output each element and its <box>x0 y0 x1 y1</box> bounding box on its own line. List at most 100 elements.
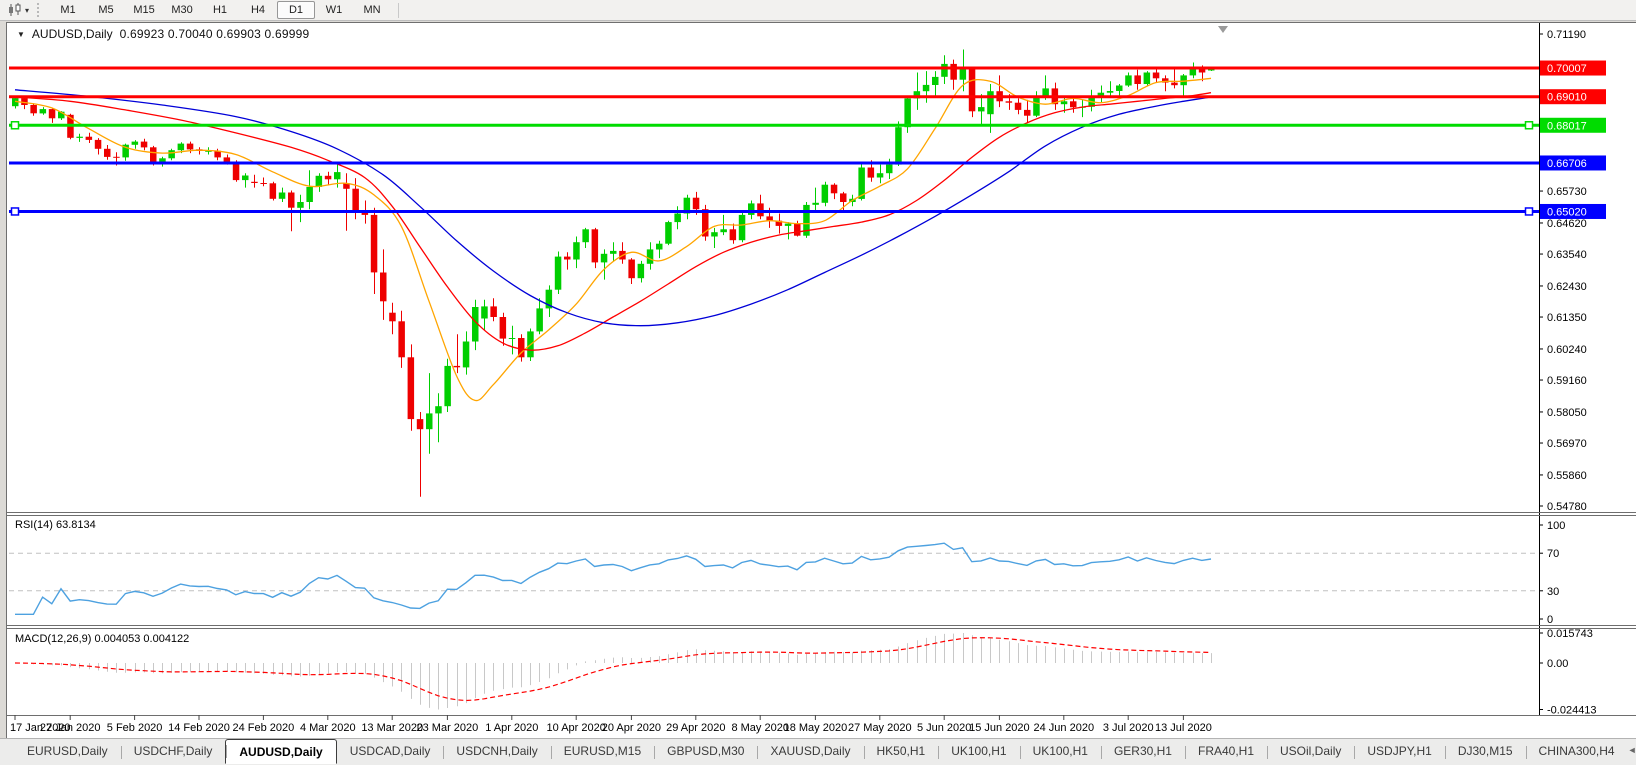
svg-text:18 May 2020: 18 May 2020 <box>784 722 848 734</box>
pane-frames <box>7 23 1636 716</box>
svg-text:0.65730: 0.65730 <box>1547 186 1587 198</box>
svg-text:0.015743: 0.015743 <box>1547 628 1593 640</box>
svg-text:5 Feb 2020: 5 Feb 2020 <box>107 722 163 734</box>
svg-text:0.58050: 0.58050 <box>1547 407 1587 419</box>
candles-layer <box>12 50 1215 497</box>
chart-shift-marker <box>1218 26 1228 33</box>
svg-text:-0.024413: -0.024413 <box>1547 705 1597 717</box>
rsi-label-text: RSI(14) 63.8134 <box>15 519 96 531</box>
tab-uk100-h1[interactable]: UK100,H1 <box>1020 741 1101 764</box>
tabs-scroll-left-icon[interactable]: ◄ <box>1628 745 1636 755</box>
svg-text:20 Apr 2020: 20 Apr 2020 <box>602 722 661 734</box>
svg-text:70: 70 <box>1547 548 1559 560</box>
chart-tabs: EURUSD,DailyUSDCHF,DailyAUDUSD,DailyUSDC… <box>14 741 1628 764</box>
svg-text:0.63540: 0.63540 <box>1547 249 1587 261</box>
ma-line-mid <box>15 93 1211 350</box>
svg-text:0.61350: 0.61350 <box>1547 312 1587 324</box>
timeframe-button-mn[interactable]: MN <box>353 1 391 19</box>
tab-usdcad-daily[interactable]: USDCAD,Daily <box>337 741 444 764</box>
svg-text:10 Apr 2020: 10 Apr 2020 <box>547 722 606 734</box>
macd-label: MACD(12,26,9) 0.004053 0.004122 <box>15 633 189 645</box>
svg-text:0.64620: 0.64620 <box>1547 218 1587 230</box>
svg-text:3 Jul 2020: 3 Jul 2020 <box>1103 722 1154 734</box>
chart-title: ▼ AUDUSD,Daily 0.69923 0.70040 0.69903 0… <box>17 27 309 41</box>
macd-pane: 0.015743 0.00 -0.024413 <box>15 628 1597 716</box>
svg-text:15 Jun 2020: 15 Jun 2020 <box>969 722 1030 734</box>
svg-text:0.65020: 0.65020 <box>1547 206 1587 218</box>
tab-dj30-m15[interactable]: DJ30,M15 <box>1445 741 1526 764</box>
tab-fra40-h1[interactable]: FRA40,H1 <box>1185 741 1267 764</box>
svg-text:0.66706: 0.66706 <box>1547 158 1587 170</box>
chart-window: 0.711900.701100.690000.679200.668100.657… <box>6 22 1636 739</box>
date-axis: 17 Jan 202027 Jan 20205 Feb 202014 Feb 2… <box>10 715 1212 734</box>
chart-type-caret-icon: ▾ <box>25 6 29 15</box>
svg-text:13 Jul 2020: 13 Jul 2020 <box>1155 722 1212 734</box>
chart-title-caret-icon[interactable]: ▼ <box>17 30 25 39</box>
timeframe-button-d1[interactable]: D1 <box>277 1 315 19</box>
horizontal-price-lines <box>9 68 1539 211</box>
candlestick-chart-icon <box>7 3 23 17</box>
rsi-pane: 100 70 30 0 <box>9 520 1565 626</box>
svg-text:0.00: 0.00 <box>1547 658 1568 670</box>
svg-text:0.68017: 0.68017 <box>1547 120 1587 132</box>
svg-text:0.54780: 0.54780 <box>1547 501 1587 513</box>
svg-text:0: 0 <box>1547 614 1553 626</box>
rsi-label: RSI(14) 63.8134 <box>15 519 96 531</box>
svg-text:8 May 2020: 8 May 2020 <box>731 722 788 734</box>
svg-text:0.70007: 0.70007 <box>1547 63 1587 75</box>
tab-usoil-daily[interactable]: USOil,Daily <box>1267 741 1354 764</box>
svg-text:14 Feb 2020: 14 Feb 2020 <box>168 722 230 734</box>
svg-text:24 Jun 2020: 24 Jun 2020 <box>1034 722 1095 734</box>
svg-text:0.62430: 0.62430 <box>1547 281 1587 293</box>
timeframe-button-h1[interactable]: H1 <box>201 1 239 19</box>
timeframe-button-h4[interactable]: H4 <box>239 1 277 19</box>
svg-text:0.69010: 0.69010 <box>1547 92 1587 104</box>
tab-eurusd-m15[interactable]: EURUSD,M15 <box>551 741 654 764</box>
timeframe-button-m30[interactable]: M30 <box>163 1 201 19</box>
timeframe-button-m15[interactable]: M15 <box>125 1 163 19</box>
tab-uk100-h1[interactable]: UK100,H1 <box>938 741 1019 764</box>
timeframe-button-m1[interactable]: M1 <box>49 1 87 19</box>
tab-china300-h4[interactable]: CHINA300,H4 <box>1526 741 1628 764</box>
svg-text:23 Mar 2020: 23 Mar 2020 <box>417 722 479 734</box>
tab-usdcnh-daily[interactable]: USDCNH,Daily <box>443 741 550 764</box>
tab-xauusd-daily[interactable]: XAUUSD,Daily <box>757 741 863 764</box>
toolbar-separator <box>398 3 399 18</box>
mt4-screen: ▾ M1M5M15M30H1H4D1W1MN 0.711900.701100.6… <box>0 0 1636 765</box>
chart-tabbar: EURUSD,DailyUSDCHF,DailyAUDUSD,DailyUSDC… <box>0 738 1636 765</box>
svg-text:4 Mar 2020: 4 Mar 2020 <box>300 722 356 734</box>
svg-text:1 Apr 2020: 1 Apr 2020 <box>485 722 538 734</box>
svg-text:0.55860: 0.55860 <box>1547 470 1587 482</box>
toolbar-grip[interactable] <box>37 3 42 17</box>
price-badges: 0.70007 0.69010 0.68017 0.66706 0.65020 <box>12 61 1607 219</box>
top-toolbar: ▾ M1M5M15M30H1H4D1W1MN <box>0 0 1636 21</box>
timeframe-button-w1[interactable]: W1 <box>315 1 353 19</box>
tab-hk50-h1[interactable]: HK50,H1 <box>864 741 939 764</box>
tab-usdchf-daily[interactable]: USDCHF,Daily <box>121 741 226 764</box>
tab-usdjpy-h1[interactable]: USDJPY,H1 <box>1354 741 1444 764</box>
svg-text:0.60240: 0.60240 <box>1547 344 1587 356</box>
tab-scroll-arrows: ◄ ► <box>1628 745 1636 755</box>
tab-ger30-h1[interactable]: GER30,H1 <box>1101 741 1185 764</box>
svg-text:0.59160: 0.59160 <box>1547 375 1587 387</box>
svg-text:0.56970: 0.56970 <box>1547 438 1587 450</box>
macd-label-text: MACD(12,26,9) 0.004053 0.004122 <box>15 633 189 645</box>
svg-text:30: 30 <box>1547 586 1559 598</box>
svg-text:24 Feb 2020: 24 Feb 2020 <box>233 722 295 734</box>
svg-text:27 May 2020: 27 May 2020 <box>848 722 912 734</box>
chart-type-button[interactable]: ▾ <box>3 2 33 18</box>
svg-text:13 Mar 2020: 13 Mar 2020 <box>361 722 423 734</box>
svg-text:100: 100 <box>1547 520 1565 532</box>
svg-text:27 Jan 2020: 27 Jan 2020 <box>40 722 101 734</box>
svg-text:29 Apr 2020: 29 Apr 2020 <box>666 722 725 734</box>
timeframe-buttons: M1M5M15M30H1H4D1W1MN <box>49 1 391 19</box>
chart-ohlc-values: 0.69923 0.70040 0.69903 0.69999 <box>120 27 310 41</box>
svg-text:0.71190: 0.71190 <box>1547 29 1586 41</box>
timeframe-button-m5[interactable]: M5 <box>87 1 125 19</box>
tab-gbpusd-m30[interactable]: GBPUSD,M30 <box>654 741 757 764</box>
tab-audusd-daily[interactable]: AUDUSD,Daily <box>225 739 336 764</box>
chart-symbol-label: AUDUSD,Daily <box>32 27 113 41</box>
svg-text:5 Jun 2020: 5 Jun 2020 <box>917 722 971 734</box>
tab-eurusd-daily[interactable]: EURUSD,Daily <box>14 741 121 764</box>
chart-canvas[interactable]: 0.711900.701100.690000.679200.668100.657… <box>7 23 1636 738</box>
